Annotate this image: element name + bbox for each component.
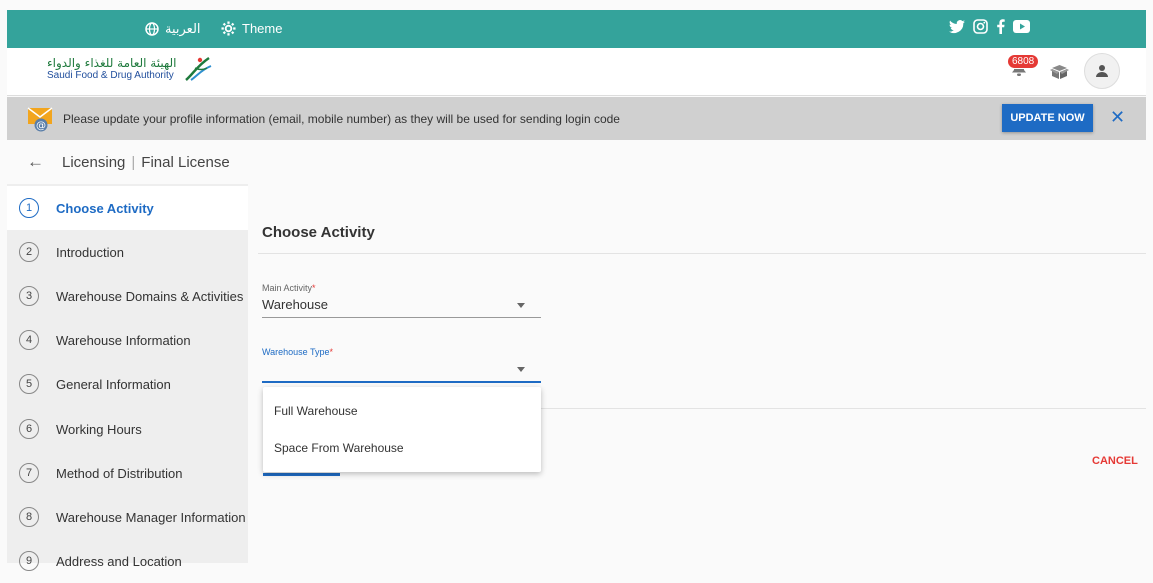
theme-label: Theme (242, 21, 283, 36)
select-underline (262, 317, 541, 318)
step-number: 7 (19, 463, 39, 483)
step-label: Working Hours (56, 421, 142, 437)
step-number: 6 (19, 419, 39, 439)
cancel-button[interactable]: CANCEL (1092, 455, 1138, 467)
step-label: General Information (56, 376, 171, 392)
warehouse-type-dropdown: Full Warehouse Space From Warehouse (263, 387, 541, 472)
step-number: 3 (19, 286, 39, 306)
avatar[interactable] (1084, 53, 1120, 89)
step-number: 4 (19, 330, 39, 350)
select-underline (262, 381, 541, 383)
step-label: Warehouse Manager Information (56, 509, 246, 525)
user-icon (1096, 65, 1108, 77)
main-activity-select[interactable]: Main Activity* Warehouse (262, 283, 541, 318)
main-content: Choose Activity Main Activity* Warehouse… (248, 184, 1146, 563)
main-activity-label: Main Activity* (262, 283, 316, 293)
top-bar: العربية Theme (7, 10, 1146, 48)
theme-button[interactable]: Theme (221, 21, 282, 36)
step-number: 5 (19, 374, 39, 394)
step-method-of-distribution[interactable]: 7 Method of Distribution (7, 451, 248, 495)
step-warehouse-manager[interactable]: 8 Warehouse Manager Information (7, 495, 248, 539)
divider (258, 253, 1146, 254)
update-now-button[interactable]: UPDATE NOW (1002, 104, 1093, 132)
notification-badge: 6808 (1007, 54, 1040, 69)
facebook-icon[interactable] (996, 19, 1005, 34)
mail-icon: @ (27, 107, 53, 132)
globe-icon (145, 22, 159, 36)
brand-bar: الهيئة العامة للغذاء والدواء Saudi Food … (7, 48, 1146, 96)
instagram-icon[interactable] (973, 19, 988, 34)
step-label: Introduction (56, 244, 124, 260)
package-icon[interactable] (1050, 64, 1069, 80)
step-general-information[interactable]: 5 General Information (7, 362, 248, 406)
breadcrumb-section[interactable]: Licensing (62, 154, 125, 171)
steps-sidebar: 1 Choose Activity 2 Introduction 3 Wareh… (7, 184, 248, 571)
step-label: Choose Activity (56, 200, 154, 216)
social-links (949, 19, 1030, 34)
step-label: Address and Location (56, 553, 182, 569)
step-number: 8 (19, 507, 39, 527)
step-number: 9 (19, 551, 39, 571)
step-choose-activity[interactable]: 1 Choose Activity (7, 186, 248, 230)
warehouse-type-select[interactable]: Warehouse Type* (262, 347, 541, 383)
section-title: Choose Activity (262, 224, 375, 241)
main-activity-value: Warehouse (262, 297, 328, 312)
warehouse-type-label: Warehouse Type* (262, 347, 334, 357)
warehouse-type-value (262, 361, 541, 379)
step-label: Warehouse Domains & Activities (56, 288, 244, 304)
logo-english-text: Saudi Food & Drug Authority (47, 70, 174, 81)
step-address-location[interactable]: 9 Address and Location (7, 539, 248, 583)
twitter-icon[interactable] (949, 19, 965, 34)
language-switch[interactable]: العربية (145, 21, 201, 37)
notice-message: Please update your profile information (… (63, 112, 620, 126)
svg-text:@: @ (36, 121, 46, 132)
step-label: Method of Distribution (56, 465, 183, 481)
divider (541, 408, 1146, 409)
back-arrow-icon[interactable]: ← (27, 152, 44, 172)
step-working-hours[interactable]: 6 Working Hours (7, 407, 248, 451)
step-warehouse-information[interactable]: 4 Warehouse Information (7, 318, 248, 362)
option-space-from-warehouse[interactable]: Space From Warehouse (274, 441, 404, 455)
breadcrumb: ← Licensing | Final License (7, 140, 1146, 184)
gear-icon (221, 21, 236, 36)
option-full-warehouse[interactable]: Full Warehouse (274, 404, 358, 418)
breadcrumb-separator: | (131, 154, 136, 171)
step-warehouse-domains[interactable]: 3 Warehouse Domains & Activities (7, 274, 248, 318)
dropdown-arrow-icon (517, 303, 525, 308)
step-introduction[interactable]: 2 Introduction (7, 230, 248, 274)
sfda-logo[interactable]: الهيئة العامة للغذاء والدواء Saudi Food … (47, 56, 213, 82)
youtube-icon[interactable] (1013, 20, 1030, 33)
logo-arabic-text: الهيئة العامة للغذاء والدواء (47, 56, 177, 70)
page-title: Final License (141, 154, 230, 171)
step-number: 2 (19, 242, 39, 262)
step-label: Warehouse Information (56, 332, 191, 348)
profile-update-notice: @ Please update your profile information… (7, 97, 1146, 140)
close-icon[interactable]: ✕ (1110, 107, 1125, 128)
next-button-edge[interactable] (263, 473, 340, 476)
language-label: العربية (165, 21, 201, 36)
dropdown-arrow-icon (517, 367, 525, 372)
step-number: 1 (19, 198, 39, 218)
sfda-emblem-icon (184, 56, 211, 81)
